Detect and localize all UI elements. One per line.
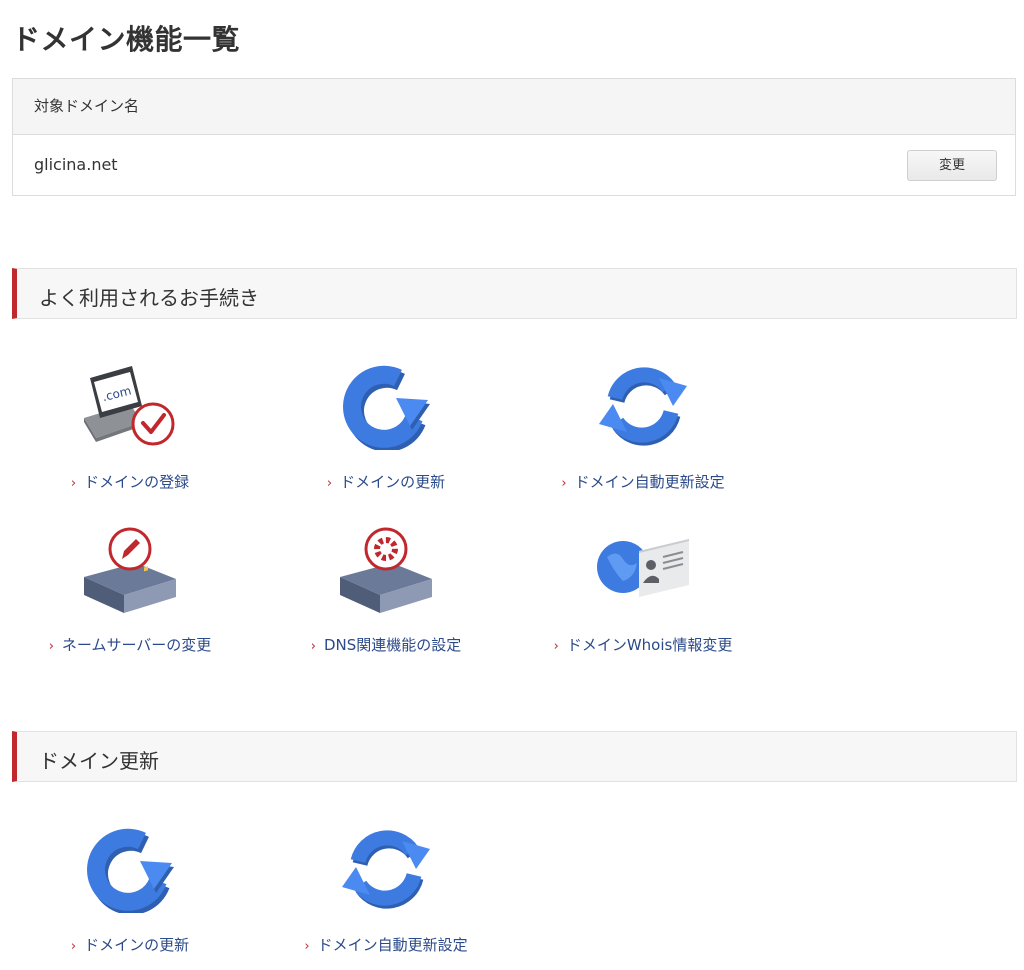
chevron-right-icon: › [326, 476, 333, 491]
renew-arrow-icon [87, 828, 174, 913]
domain-box: 対象ドメイン名 glicina.net 変更 [12, 78, 1016, 196]
tile-whois-change[interactable]: › ドメインWhois情報変更 [523, 518, 763, 668]
tile-label: ドメインの登録 [84, 473, 190, 491]
tile-domain-auto-renew[interactable]: › ドメイン自動更新設定 [523, 355, 763, 505]
chevron-right-icon: › [70, 939, 77, 954]
tile-nameserver-change[interactable]: › ネームサーバーの変更 [10, 518, 250, 668]
section-title: よく利用されるお手続き [39, 286, 259, 310]
change-domain-button[interactable]: 変更 [907, 150, 997, 181]
server-pencil-icon [84, 527, 176, 613]
domain-box-header: 対象ドメイン名 [13, 79, 1015, 135]
section-header-renewal: ドメイン更新 [12, 731, 1017, 782]
tile-label: DNS関連機能の設定 [323, 636, 462, 654]
domain-box-body: glicina.net 変更 [13, 135, 1015, 196]
chevron-right-icon: › [553, 639, 559, 654]
renew-arrow-icon [343, 365, 430, 450]
laptop-dotcom-check-icon: .com [84, 366, 175, 446]
tile-label: ドメインWhois情報変更 [566, 636, 733, 654]
server-gear-icon [340, 527, 432, 613]
chevron-right-icon: › [310, 639, 316, 654]
tile-label: ドメイン自動更新設定 [574, 473, 725, 491]
tile-domain-auto-renew-2[interactable]: › ドメイン自動更新設定 [266, 818, 506, 968]
chevron-right-icon: › [561, 476, 567, 491]
auto-renew-cycle-icon [599, 367, 687, 446]
auto-renew-cycle-icon [342, 830, 430, 909]
section-title: ドメイン更新 [39, 749, 159, 773]
tile-label: ネームサーバーの変更 [61, 636, 212, 654]
chevron-right-icon: › [48, 639, 54, 654]
tile-dns-settings[interactable]: › DNS関連機能の設定 [266, 518, 506, 668]
tile-domain-renew[interactable]: › ドメインの更新 [266, 355, 506, 505]
tile-label: ドメイン自動更新設定 [317, 936, 468, 954]
tile-domain-renew-2[interactable]: › ドメインの更新 [10, 818, 250, 968]
tile-domain-register[interactable]: .com › ドメインの登録 [10, 355, 250, 505]
domain-name: glicina.net [34, 155, 118, 174]
page-title: ドメイン機能一覧 [12, 23, 241, 56]
chevron-right-icon: › [304, 939, 310, 954]
tile-label: ドメインの更新 [340, 473, 446, 491]
chevron-right-icon: › [70, 476, 77, 491]
globe-id-card-icon [597, 539, 689, 597]
tile-label: ドメインの更新 [84, 936, 190, 954]
section-header-frequent: よく利用されるお手続き [12, 268, 1017, 319]
